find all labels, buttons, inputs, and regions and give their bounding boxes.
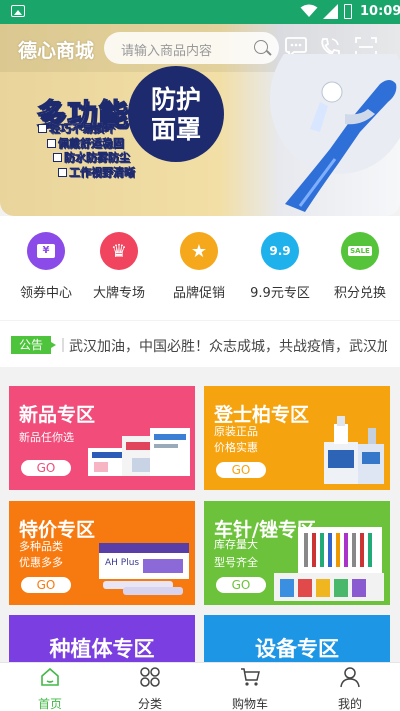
gallery-notification-icon xyxy=(11,5,25,17)
zone-subtitle: 新品任你选 xyxy=(19,431,74,444)
go-button[interactable]: GO xyxy=(216,577,266,593)
promo-banner[interactable]: 德心商城 请输入商品内容 多功能 防护 面罩 轻巧不易损坏 佩戴舒适稳固 防水防… xyxy=(0,24,400,216)
sale-icon: SALE xyxy=(341,232,379,270)
price-99-icon: 9.9 xyxy=(261,232,299,270)
cart-icon xyxy=(241,668,260,686)
banner-feature: 防水防雾防尘 xyxy=(53,151,135,166)
tab-home[interactable]: 首页 xyxy=(0,663,100,711)
clock: 10:09 xyxy=(360,4,400,19)
quick-item-9-9-zone[interactable]: 9.9 9.9元专区 xyxy=(240,232,320,301)
zone-subtitle: 库存量大 xyxy=(214,538,258,551)
zone-card-implants[interactable]: 种植体专区 xyxy=(9,615,195,663)
tab-category[interactable]: 分类 xyxy=(100,663,200,711)
go-button[interactable]: GO xyxy=(21,577,71,593)
banner-feature: 工作视野清晰 xyxy=(58,165,135,181)
tab-mine[interactable]: 我的 xyxy=(300,663,400,711)
quick-menu: ¥ 领券中心 ♛ 大牌专场 ★ 品牌促销 9.9 9.9元专区 SALE 积分兑… xyxy=(0,216,400,320)
zone-card-equipment[interactable]: 设备专区 xyxy=(204,615,390,663)
search-placeholder: 请输入商品内容 xyxy=(121,44,213,59)
banner-badge-line2: 面罩 xyxy=(150,115,201,144)
burs-files-image xyxy=(274,527,384,601)
zone-subtitle: 优惠多多 xyxy=(19,556,63,569)
announcement-text: 武汉加油，中国必胜！众志成城，共战疫情，武汉加油 xyxy=(69,339,387,355)
checkbox-icon xyxy=(58,167,67,177)
zone-title: 设备专区 xyxy=(255,637,339,661)
zone-title: 特价专区 xyxy=(19,519,96,541)
zone-subtitle: 价格实惠 xyxy=(214,441,258,454)
checkbox-icon xyxy=(38,124,47,133)
ah-plus-product-image: AH Plus xyxy=(99,543,189,595)
battery-icon xyxy=(344,4,352,19)
banner-feature-list: 轻巧不易损坏 佩戴舒适稳固 防水防雾防尘 工作视野清晰 xyxy=(38,122,135,180)
banner-badge-line1: 防护 xyxy=(150,85,201,114)
zone-subtitle: 原装正品 xyxy=(214,425,258,438)
quick-item-label: 9.9元专区 xyxy=(250,286,310,301)
coupon-icon: ¥ xyxy=(27,232,65,270)
user-icon xyxy=(340,667,360,688)
zone-title: 登士柏专区 xyxy=(214,404,310,426)
wifi-icon xyxy=(300,4,318,17)
quick-item-coupon-center[interactable]: ¥ 领券中心 xyxy=(6,232,86,301)
announcement-bar[interactable]: 公告 武汉加油，中国必胜！众志成城，共战疫情，武汉加油 xyxy=(0,321,400,367)
quick-item-label: 积分兑换 xyxy=(333,286,386,301)
search-icon[interactable] xyxy=(254,40,268,54)
banner-feature: 轻巧不易损坏 xyxy=(38,122,135,137)
zone-title: 种植体专区 xyxy=(49,637,155,661)
star-icon: ★ xyxy=(180,232,218,270)
tab-cart[interactable]: 购物车 xyxy=(200,663,300,711)
quick-item-points-exchange[interactable]: SALE 积分兑换 xyxy=(320,232,400,301)
zone-subtitle: 型号齐全 xyxy=(214,556,258,569)
announcement-tag: 公告 xyxy=(11,336,56,354)
quick-item-label: 领券中心 xyxy=(19,286,72,301)
quick-item-brand-promo[interactable]: ★ 品牌促销 xyxy=(159,232,239,301)
crown-icon: ♛ xyxy=(100,232,138,270)
quick-item-big-brands[interactable]: ♛ 大牌专场 xyxy=(79,232,159,301)
banner-feature: 佩戴舒适稳固 xyxy=(47,136,135,152)
tab-label: 购物车 xyxy=(231,697,268,711)
tab-label: 分类 xyxy=(137,697,162,711)
zone-card-dentsply[interactable]: 登士柏专区 原装正品 价格实惠 GO xyxy=(204,386,390,490)
home-icon xyxy=(41,667,59,686)
bottom-tab-bar: 首页 分类 购物车 我的 xyxy=(0,662,400,711)
tab-label: 我的 xyxy=(337,697,362,711)
quick-item-label: 品牌促销 xyxy=(172,286,225,301)
quick-item-label: 大牌专场 xyxy=(92,286,145,301)
checkbox-icon xyxy=(47,138,56,148)
signal-icon xyxy=(323,4,338,19)
checkbox-icon xyxy=(53,153,62,162)
zone-subtitle: 多种品类 xyxy=(19,540,63,553)
divider xyxy=(62,338,64,352)
zone-card-burs-files[interactable]: 车针/锉专区 库存量大 型号齐全 GO xyxy=(204,501,390,605)
face-shield-product-image xyxy=(270,54,400,212)
status-bar: 10:09 xyxy=(0,0,400,24)
zone-card-new-products[interactable]: 新品专区 新品任你选 GO xyxy=(9,386,195,490)
tab-label: 首页 xyxy=(37,697,62,711)
banner-badge: 防护 面罩 xyxy=(128,66,224,162)
dentsply-bottle-image xyxy=(324,416,384,484)
dental-products-image xyxy=(88,428,190,476)
svg-text:AH Plus: AH Plus xyxy=(105,558,139,568)
category-icon xyxy=(140,667,160,687)
app-logo: 德心商城 xyxy=(18,40,95,62)
go-button[interactable]: GO xyxy=(216,462,266,478)
go-button[interactable]: GO xyxy=(21,460,71,476)
zone-card-special-offer[interactable]: 特价专区 多种品类 优惠多多 GO AH Plus xyxy=(9,501,195,605)
